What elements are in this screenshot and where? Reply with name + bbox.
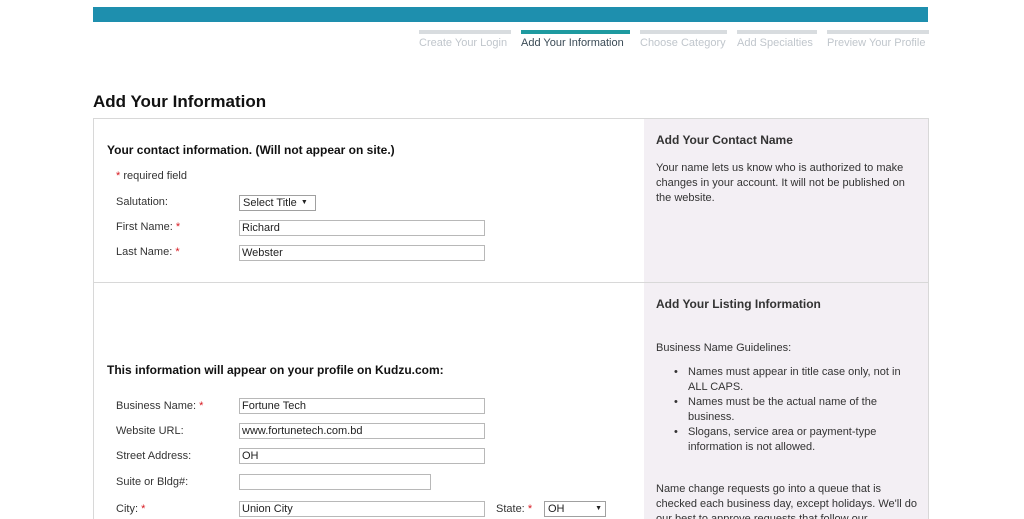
business-name-field[interactable]	[239, 398, 485, 414]
contact-help-heading: Add Your Contact Name	[656, 133, 793, 147]
contact-help-text: Your name lets us know who is authorized…	[656, 162, 905, 204]
step-choose-category[interactable]: Choose Category	[640, 30, 727, 49]
step-label: Add Your Information	[521, 37, 624, 49]
step-add-information[interactable]: Add Your Information	[521, 30, 630, 49]
first-name-field[interactable]	[239, 220, 485, 236]
listing-help-heading: Add Your Listing Information	[656, 297, 821, 311]
state-value: OH	[548, 503, 565, 515]
step-label: Create Your Login	[419, 37, 508, 49]
required-star: *	[116, 170, 121, 182]
contact-panel: Your contact information. (Will not appe…	[93, 118, 929, 283]
guidelines-title: Business Name Guidelines:	[656, 342, 792, 354]
required-note-text: required field	[123, 170, 187, 182]
step-add-specialties[interactable]: Add Specialties	[737, 30, 817, 49]
first-name-label: First Name: *	[116, 221, 181, 233]
contact-help-panel: Add Your Contact Name Your name lets us …	[644, 119, 928, 282]
guideline-item: Slogans, service area or payment-type in…	[674, 425, 914, 455]
required-note: * required field	[116, 170, 187, 182]
listing-panel: This information will appear on your pro…	[93, 282, 929, 519]
city-label: City: *	[116, 503, 146, 515]
state-select[interactable]: OH ▼	[544, 501, 606, 517]
suite-label: Suite or Bldg#:	[116, 476, 189, 488]
salutation-label: Salutation:	[116, 196, 168, 208]
contact-form: Your contact information. (Will not appe…	[94, 119, 644, 282]
header-bar	[93, 7, 928, 22]
website-field[interactable]	[239, 423, 485, 439]
website-label: Website URL:	[116, 425, 184, 437]
chevron-down-icon: ▼	[300, 199, 308, 206]
listing-help-panel: Add Your Listing Information Business Na…	[644, 283, 928, 519]
step-preview-profile[interactable]: Preview Your Profile	[827, 30, 929, 49]
guideline-item: Names must be the actual name of the bus…	[674, 395, 914, 425]
city-field[interactable]	[239, 501, 485, 517]
page-title: Add Your Information	[93, 92, 267, 111]
chevron-down-icon: ▼	[595, 505, 602, 512]
street-label: Street Address:	[116, 450, 192, 462]
listing-form: This information will appear on your pro…	[94, 283, 644, 519]
name-change-text: Name change requests go into a queue tha…	[656, 483, 917, 519]
salutation-value: Select Title	[243, 197, 297, 209]
listing-heading: This information will appear on your pro…	[107, 363, 444, 377]
contact-heading: Your contact information. (Will not appe…	[107, 143, 395, 157]
step-create-login[interactable]: Create Your Login	[419, 30, 511, 49]
guidelines-list: Names must appear in title case only, no…	[674, 365, 914, 455]
last-name-label: Last Name: *	[116, 246, 180, 258]
street-field[interactable]	[239, 448, 485, 464]
progress-steps: Create Your Login Add Your Information C…	[419, 30, 929, 49]
business-name-label: Business Name: *	[116, 400, 204, 412]
state-label: State: *	[496, 503, 533, 515]
guideline-item: Names must appear in title case only, no…	[674, 365, 914, 395]
salutation-select[interactable]: Select Title ▼	[239, 195, 316, 211]
last-name-field[interactable]	[239, 245, 485, 261]
step-label: Choose Category	[640, 37, 726, 49]
step-label: Preview Your Profile	[827, 37, 926, 49]
step-label: Add Specialties	[737, 37, 813, 49]
suite-field[interactable]	[239, 474, 431, 490]
